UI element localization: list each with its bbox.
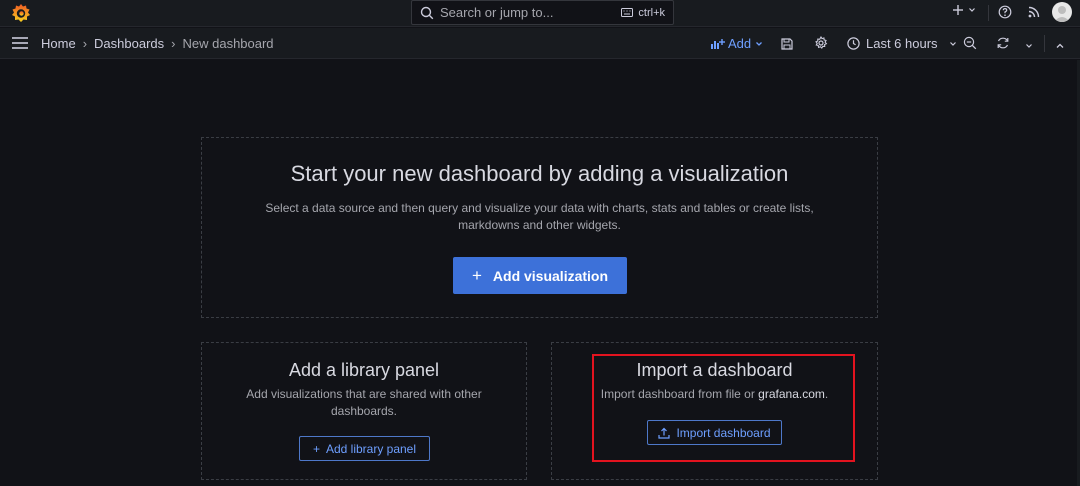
help-button[interactable] [998, 5, 1012, 24]
hamburger-icon [12, 37, 28, 49]
time-range-picker[interactable]: Last 6 hours [847, 36, 958, 51]
time-range-label: Last 6 hours [866, 36, 938, 51]
rss-icon [1028, 6, 1040, 18]
add-button-label: Add [728, 36, 752, 51]
keyboard-icon [621, 8, 634, 17]
shortcut-label: ctrl+k [638, 6, 665, 19]
search-icon [420, 6, 434, 19]
user-icon [1054, 6, 1070, 22]
save-dashboard-button[interactable] [781, 37, 793, 55]
menu-toggle-button[interactable] [12, 36, 28, 55]
save-icon [781, 38, 793, 50]
empty-state-description: Select a data source and then query and … [265, 201, 814, 232]
plus-icon: + [312, 441, 320, 456]
breadcrumb-dashboards[interactable]: Dashboards [94, 36, 164, 51]
refresh-interval-button[interactable] [1024, 38, 1034, 56]
nav-bar: Home › Dashboards › New dashboard Add La… [0, 28, 1080, 59]
clock-icon [847, 37, 860, 50]
top-bar: Search or jump to... ctrl+k [0, 0, 1080, 27]
new-menu-button[interactable] [952, 4, 977, 16]
chevron-down-icon [1026, 44, 1032, 48]
library-panel-description: Add visualizations that are shared with … [246, 387, 482, 418]
add-button[interactable]: Add [710, 36, 767, 51]
search-placeholder: Search or jump to... [440, 5, 554, 20]
chevron-down-icon [969, 8, 975, 12]
search-bar[interactable]: Search or jump to... ctrl+k [411, 0, 674, 25]
gear-icon [815, 35, 828, 49]
empty-state-title: Start your new dashboard by adding a vis… [290, 161, 789, 186]
collapse-header-button[interactable] [1055, 38, 1065, 56]
breadcrumb-separator: › [82, 36, 88, 51]
refresh-icon [997, 37, 1009, 49]
zoom-out-icon [963, 36, 977, 50]
breadcrumb-home[interactable]: Home [41, 36, 76, 51]
grafana-logo[interactable] [11, 3, 31, 23]
zoom-out-button[interactable] [963, 36, 977, 55]
help-icon [998, 5, 1012, 19]
add-library-panel-button[interactable]: + Add library panel [299, 436, 430, 461]
breadcrumb: Home › Dashboards › New dashboard [41, 36, 274, 51]
dashboard-settings-button[interactable] [814, 35, 828, 55]
search-shortcut: ctrl+k [621, 7, 665, 19]
add-visualization-button[interactable]: + Add visualization [453, 257, 627, 294]
breadcrumb-current: New dashboard [182, 36, 274, 51]
add-panel-icon [711, 38, 725, 49]
refresh-button[interactable] [996, 36, 1010, 55]
breadcrumb-separator: › [171, 36, 176, 51]
news-button[interactable] [1027, 5, 1041, 24]
plus-icon [953, 5, 963, 15]
chevron-up-icon [1056, 43, 1064, 48]
library-panel-card: Add a library panel Add visualizations t… [201, 342, 527, 480]
divider [988, 5, 989, 21]
highlight-box [592, 354, 855, 462]
empty-dashboard-panel: Start your new dashboard by adding a vis… [201, 137, 878, 318]
avatar[interactable] [1052, 2, 1072, 22]
plus-icon: + [471, 265, 482, 285]
chevron-down-icon [756, 41, 763, 46]
divider [1044, 35, 1045, 52]
add-library-panel-label: Add library panel [325, 441, 417, 456]
chevron-down-icon [949, 41, 956, 46]
library-panel-title: Add a library panel [288, 360, 440, 380]
add-visualization-label: Add visualization [492, 267, 609, 284]
